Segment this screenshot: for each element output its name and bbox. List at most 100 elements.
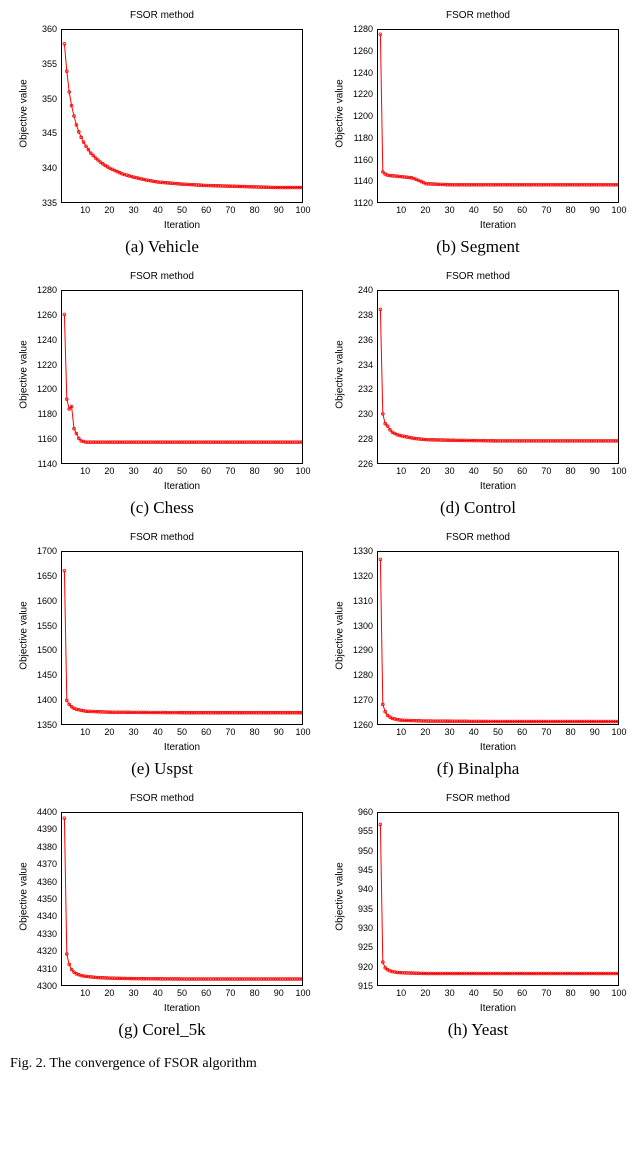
y-tick: 1160 bbox=[38, 434, 57, 444]
x-tick: 100 bbox=[611, 466, 626, 476]
x-tick: 30 bbox=[445, 988, 455, 998]
x-tick: 90 bbox=[274, 466, 284, 476]
x-tick: 20 bbox=[420, 988, 430, 998]
y-tick: 930 bbox=[358, 923, 373, 933]
x-tick: 70 bbox=[541, 988, 551, 998]
y-tick: 4360 bbox=[37, 877, 57, 887]
x-axis-label: Iteration bbox=[61, 742, 303, 753]
x-tick: 70 bbox=[225, 727, 235, 737]
x-tick: 80 bbox=[566, 727, 576, 737]
y-tick: 1310 bbox=[353, 596, 373, 606]
chart-segment: FSOR methodObjective valueIteration11201… bbox=[326, 10, 630, 267]
x-tick: 20 bbox=[104, 205, 114, 215]
y-tick: 1280 bbox=[353, 670, 373, 680]
subplot-caption: (f) Binalpha bbox=[437, 759, 520, 779]
y-tick: 4340 bbox=[37, 911, 57, 921]
x-tick: 60 bbox=[517, 727, 527, 737]
y-tick: 1550 bbox=[37, 621, 57, 631]
y-tick: 4310 bbox=[37, 964, 57, 974]
data-curve bbox=[62, 552, 302, 724]
x-tick: 90 bbox=[274, 727, 284, 737]
y-tick: 1240 bbox=[37, 335, 57, 345]
x-tick: 80 bbox=[250, 466, 260, 476]
plot-area bbox=[377, 551, 619, 725]
x-tick: 30 bbox=[129, 988, 139, 998]
chart-chess: FSOR methodObjective valueIteration11401… bbox=[10, 271, 314, 528]
y-tick: 1290 bbox=[353, 645, 373, 655]
x-tick: 40 bbox=[469, 988, 479, 998]
x-tick: 10 bbox=[80, 205, 90, 215]
y-tick: 955 bbox=[358, 826, 373, 836]
y-tick: 4390 bbox=[37, 824, 57, 834]
x-tick: 90 bbox=[590, 727, 600, 737]
x-tick: 20 bbox=[104, 727, 114, 737]
x-tick: 10 bbox=[80, 988, 90, 998]
y-tick: 1220 bbox=[37, 360, 57, 370]
chart-box: Objective valueIteration4300431043204330… bbox=[17, 806, 307, 1016]
x-tick: 10 bbox=[396, 988, 406, 998]
y-tick: 935 bbox=[358, 904, 373, 914]
chart-box: Objective valueIteration1350140014501500… bbox=[17, 545, 307, 755]
plot-area bbox=[61, 29, 303, 203]
chart-control: FSOR methodObjective valueIteration22622… bbox=[326, 271, 630, 528]
x-tick: 90 bbox=[274, 205, 284, 215]
y-tick: 236 bbox=[358, 335, 373, 345]
x-tick: 40 bbox=[153, 727, 163, 737]
y-tick: 1400 bbox=[37, 695, 57, 705]
x-tick: 90 bbox=[590, 466, 600, 476]
chart-title: FSOR method bbox=[130, 793, 194, 804]
y-tick: 1600 bbox=[37, 596, 57, 606]
x-tick: 20 bbox=[420, 466, 430, 476]
y-tick: 1500 bbox=[37, 645, 57, 655]
x-tick: 30 bbox=[445, 466, 455, 476]
x-tick: 30 bbox=[129, 727, 139, 737]
x-tick: 60 bbox=[201, 205, 211, 215]
y-tick: 350 bbox=[42, 94, 57, 104]
subplot-caption: (d) Control bbox=[440, 498, 516, 518]
x-tick: 60 bbox=[517, 988, 527, 998]
subplot-caption: (c) Chess bbox=[130, 498, 194, 518]
y-tick: 4300 bbox=[37, 981, 57, 991]
x-tick: 90 bbox=[274, 988, 284, 998]
data-curve bbox=[62, 30, 302, 202]
x-tick: 100 bbox=[295, 988, 310, 998]
subplot-caption: (b) Segment bbox=[436, 237, 520, 257]
y-tick: 1240 bbox=[353, 68, 373, 78]
x-tick: 100 bbox=[295, 205, 310, 215]
plot-area bbox=[377, 29, 619, 203]
x-tick: 30 bbox=[445, 727, 455, 737]
y-tick: 1260 bbox=[353, 720, 373, 730]
x-axis-label: Iteration bbox=[61, 481, 303, 492]
y-tick: 960 bbox=[358, 807, 373, 817]
x-tick: 50 bbox=[493, 205, 503, 215]
x-tick: 70 bbox=[225, 205, 235, 215]
chart-box: Objective valueIteration1260127012801290… bbox=[333, 545, 623, 755]
y-tick: 4380 bbox=[37, 842, 57, 852]
y-tick: 345 bbox=[42, 128, 57, 138]
y-tick: 925 bbox=[358, 942, 373, 952]
subplot-caption: (g) Corel_5k bbox=[118, 1020, 205, 1040]
x-axis-label: Iteration bbox=[61, 1003, 303, 1014]
figure-caption: Fig. 2. The convergence of FSOR algorith… bbox=[10, 1056, 630, 1072]
x-tick: 80 bbox=[250, 205, 260, 215]
x-tick: 100 bbox=[611, 727, 626, 737]
plot-area bbox=[377, 812, 619, 986]
x-tick: 60 bbox=[201, 988, 211, 998]
x-tick: 90 bbox=[590, 205, 600, 215]
y-tick: 1350 bbox=[37, 720, 57, 730]
x-tick: 50 bbox=[177, 205, 187, 215]
x-tick: 30 bbox=[129, 205, 139, 215]
x-tick: 50 bbox=[493, 727, 503, 737]
x-tick: 70 bbox=[541, 466, 551, 476]
x-tick: 40 bbox=[469, 466, 479, 476]
x-tick: 40 bbox=[153, 205, 163, 215]
y-tick: 340 bbox=[42, 163, 57, 173]
y-tick: 1270 bbox=[353, 695, 373, 705]
y-tick: 1650 bbox=[37, 571, 57, 581]
subplot-caption: (h) Yeast bbox=[448, 1020, 508, 1040]
x-tick: 60 bbox=[517, 466, 527, 476]
chart-box: Objective valueIteration1120114011601180… bbox=[333, 23, 623, 233]
y-tick: 355 bbox=[42, 59, 57, 69]
y-tick: 1330 bbox=[353, 546, 373, 556]
x-tick: 80 bbox=[566, 205, 576, 215]
